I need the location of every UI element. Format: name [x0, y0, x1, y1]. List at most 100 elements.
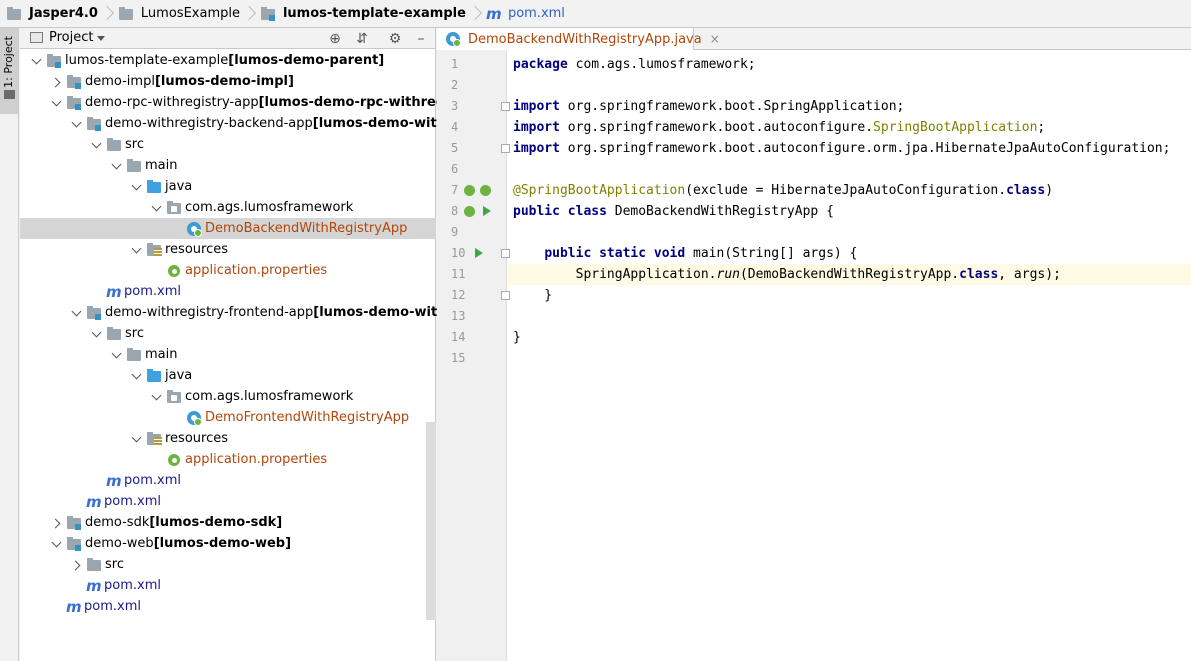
chevron-down-icon[interactable]	[130, 368, 146, 384]
module-folder-icon	[86, 116, 102, 132]
chevron-down-icon[interactable]	[110, 158, 126, 174]
locate-target-icon[interactable]: ⊕	[326, 30, 344, 48]
code-editor: DemoBackendWithRegistryApp.java × 123456…	[437, 28, 1191, 661]
close-icon[interactable]: ×	[710, 32, 720, 46]
code-line[interactable]: import org.springframework.boot.autoconf…	[508, 117, 1191, 138]
code-line[interactable]: }	[508, 285, 1191, 306]
code-token: }	[513, 330, 521, 345]
project-panel-title[interactable]: Project	[49, 30, 93, 45]
tree-item[interactable]: application.properties	[20, 449, 436, 470]
chevron-down-icon[interactable]	[97, 36, 105, 41]
project-scrollbar[interactable]	[426, 422, 436, 620]
code-line[interactable]	[508, 159, 1191, 180]
left-tool-strip: 1: Project	[0, 28, 19, 661]
code-line[interactable]: package com.ags.lumosframework;	[508, 54, 1191, 75]
chevron-down-icon[interactable]	[50, 95, 66, 111]
code-token: import	[513, 141, 560, 156]
line-number: 1	[451, 57, 459, 71]
code-line[interactable]: import org.springframework.boot.autoconf…	[508, 138, 1191, 159]
tree-item[interactable]: demo-rpc-withregistry-app [lumos-demo-rp…	[20, 92, 484, 113]
breadcrumb-item[interactable]: Jasper4.0	[6, 0, 118, 28]
run-icon[interactable]	[475, 248, 483, 258]
tree-item[interactable]: demo-withregistry-frontend-app [lumos-de…	[20, 302, 475, 323]
chevron-down-icon[interactable]	[30, 53, 46, 69]
tree-item[interactable]: m pom.xml	[20, 596, 436, 617]
project-tool-tab-label: 1: Project	[2, 36, 15, 88]
tree-item[interactable]: m pom.xml	[20, 491, 436, 512]
tree-item[interactable]: src	[20, 323, 436, 344]
run-icon[interactable]	[483, 206, 491, 216]
code-line[interactable]: }	[508, 327, 1191, 348]
properties-file-icon	[166, 452, 182, 468]
navigation-breadcrumb: Jasper4.0 LumosExample lumos-template-exam…	[0, 0, 1191, 28]
spring-bean-icon[interactable]	[464, 206, 475, 217]
tree-item[interactable]: src	[20, 554, 436, 575]
spring-boot-icon[interactable]	[480, 185, 491, 196]
tree-item[interactable]: demo-sdk [lumos-demo-sdk]	[20, 512, 436, 533]
chevron-down-icon[interactable]	[50, 536, 66, 552]
chevron-down-icon[interactable]	[150, 389, 166, 405]
chevron-down-icon[interactable]	[70, 305, 86, 321]
tree-item[interactable]: java	[20, 176, 436, 197]
tree-item[interactable]: application.properties	[20, 260, 436, 281]
chevron-down-icon[interactable]	[90, 137, 106, 153]
breadcrumb-item[interactable]: LumosExample	[118, 0, 260, 28]
project-tool-tab[interactable]: 1: Project	[0, 28, 18, 114]
tree-item[interactable]: com.ags.lumosframework	[20, 197, 436, 218]
code-line[interactable]: import org.springframework.boot.SpringAp…	[508, 96, 1191, 117]
java-class-icon	[186, 221, 202, 237]
breadcrumb-item[interactable]: lumos-template-example	[260, 0, 486, 28]
editor-tab-backend-app[interactable]: DemoBackendWithRegistryApp.java ×	[437, 28, 720, 50]
breadcrumb-label: pom.xml	[507, 6, 565, 21]
spring-bean-icon[interactable]	[464, 185, 475, 196]
source-folder-icon	[146, 368, 162, 384]
tree-item[interactable]: main	[20, 344, 436, 365]
chevron-down-icon[interactable]	[130, 431, 146, 447]
tree-item[interactable]: demo-web [lumos-demo-web]	[20, 533, 436, 554]
tree-item[interactable]: resources	[20, 239, 436, 260]
folder-icon	[106, 326, 122, 342]
tree-item[interactable]: m pom.xml	[20, 575, 436, 596]
tree-item[interactable]: lumos-template-example [lumos-demo-paren…	[20, 50, 436, 71]
chevron-down-icon[interactable]	[130, 179, 146, 195]
tree-item[interactable]: m pom.xml	[20, 470, 436, 491]
hide-panel-icon[interactable]: –	[412, 30, 430, 48]
tree-item[interactable]: m pom.xml	[20, 281, 436, 302]
code-line[interactable]: public class DemoBackendWithRegistryApp …	[508, 201, 1191, 222]
folder-icon	[126, 158, 142, 174]
tree-item-label: demo-withregistry-backend-app	[105, 116, 313, 131]
code-token: org.springframework.boot.autoconfigure.	[559, 120, 874, 135]
chevron-right-icon[interactable]	[70, 557, 86, 573]
chevron-down-icon[interactable]	[110, 347, 126, 363]
code-line[interactable]	[508, 222, 1191, 243]
tree-item[interactable]: src	[20, 134, 436, 155]
code-line[interactable]: @SpringBootApplication(exclude = Hiberna…	[508, 180, 1191, 201]
code-line[interactable]: public static void main(String[] args) {	[508, 243, 1191, 264]
gear-icon[interactable]: ⚙	[386, 30, 404, 48]
breadcrumb-item[interactable]: m pom.xml	[486, 0, 571, 28]
chevron-down-icon[interactable]	[150, 200, 166, 216]
collapse-all-icon[interactable]: ⇵	[353, 30, 371, 48]
code-line[interactable]	[508, 348, 1191, 369]
code-line[interactable]	[508, 306, 1191, 327]
tree-item[interactable]: demo-impl [lumos-demo-impl]	[20, 71, 436, 92]
code-area[interactable]: package com.ags.lumosframework; import or…	[508, 50, 1191, 661]
tree-item[interactable]: demo-withregistry-backend-app [lumos-dem…	[20, 113, 475, 134]
tree-item[interactable]: DemoBackendWithRegistryApp	[20, 218, 436, 239]
chevron-down-icon[interactable]	[70, 116, 86, 132]
chevron-down-icon[interactable]	[90, 326, 106, 342]
chevron-right-icon[interactable]	[50, 74, 66, 90]
code-token: }	[513, 288, 553, 303]
tree-item[interactable]: DemoFrontendWithRegistryApp	[20, 407, 436, 428]
chevron-down-icon[interactable]	[130, 242, 146, 258]
code-line[interactable]	[508, 75, 1191, 96]
code-line[interactable]: SpringApplication.run(DemoBackendWithReg…	[508, 264, 1191, 285]
tree-item[interactable]: resources	[20, 428, 436, 449]
chevron-right-icon[interactable]	[50, 515, 66, 531]
tree-item[interactable]: main	[20, 155, 436, 176]
tree-item[interactable]: java	[20, 365, 436, 386]
source-folder-icon	[146, 179, 162, 195]
tree-item[interactable]: com.ags.lumosframework	[20, 386, 436, 407]
